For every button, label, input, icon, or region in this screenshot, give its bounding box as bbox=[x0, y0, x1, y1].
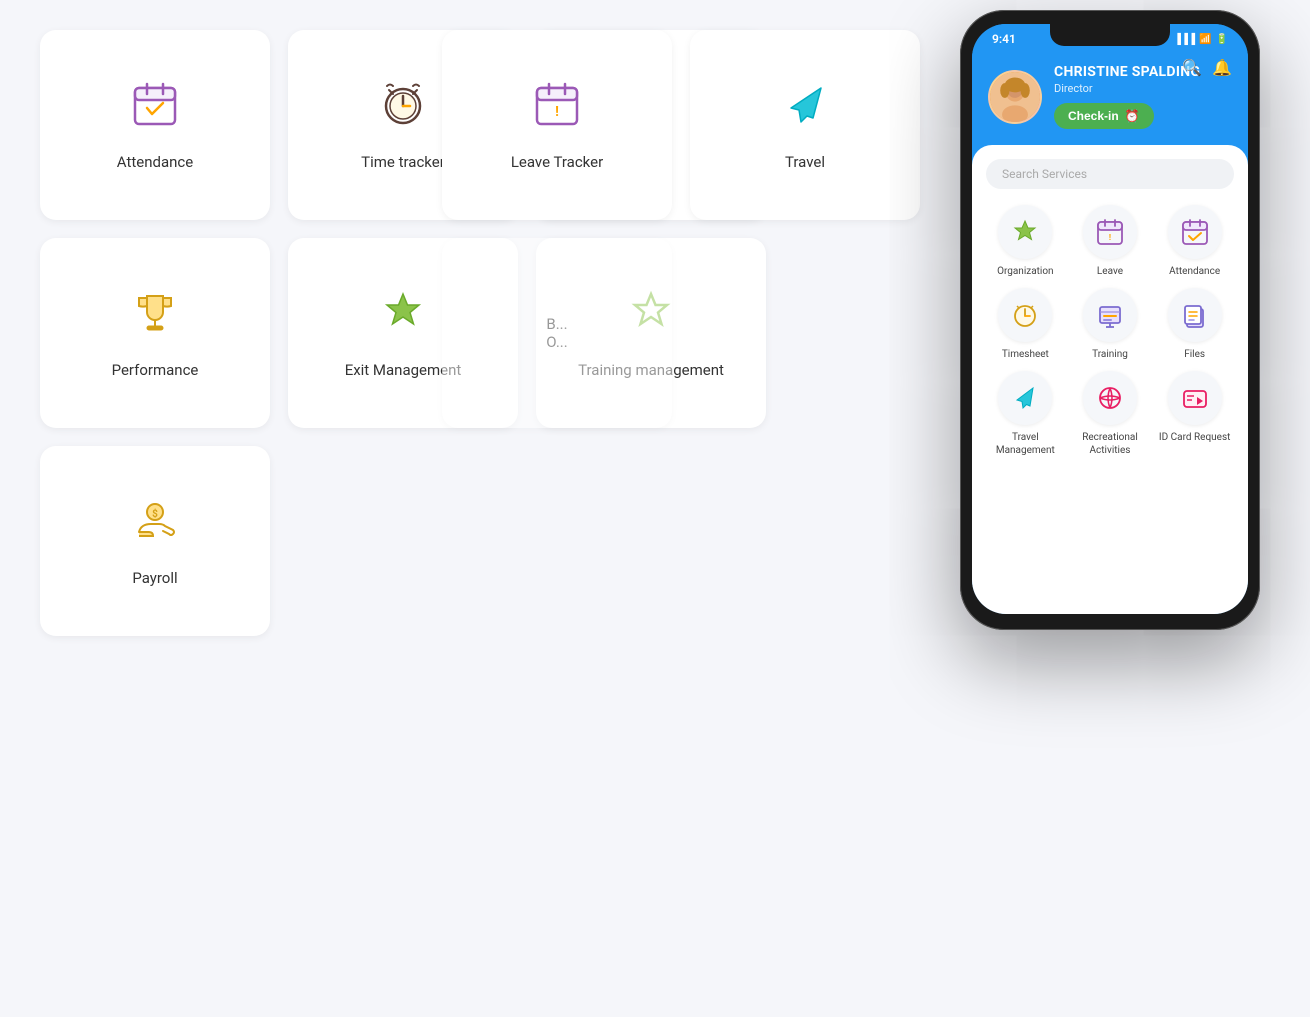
status-icons: ▐▐▐ 📶 🔋 bbox=[1174, 34, 1228, 45]
card-performance[interactable]: Performance bbox=[40, 238, 270, 428]
app-id-card-request[interactable]: ID Card Request bbox=[1155, 371, 1234, 457]
app-files[interactable]: Files bbox=[1155, 288, 1234, 361]
header-actions: 🔍 🔔 bbox=[1182, 58, 1232, 77]
search-icon[interactable]: 🔍 bbox=[1182, 58, 1202, 77]
organization-icon bbox=[998, 205, 1052, 259]
training-icon bbox=[1083, 288, 1137, 342]
svg-text:!: ! bbox=[1109, 233, 1111, 242]
card-payroll-label: Payroll bbox=[132, 569, 177, 587]
phone-screen: 9:41 ▐▐▐ 📶 🔋 bbox=[972, 24, 1248, 614]
travel-management-icon bbox=[998, 371, 1052, 425]
card-performance-label: Performance bbox=[112, 361, 199, 379]
svg-text:!: ! bbox=[555, 104, 559, 120]
calendar-check-icon bbox=[131, 80, 179, 135]
app-recreational-activities[interactable]: Recreational Activities bbox=[1071, 371, 1150, 457]
app-attendance[interactable]: Attendance bbox=[1155, 205, 1234, 278]
plane-icon bbox=[781, 80, 829, 135]
phone-notch bbox=[1050, 24, 1170, 46]
app-recreational-activities-label: Recreational Activities bbox=[1071, 431, 1150, 457]
card-payroll[interactable]: $ Payroll bbox=[40, 446, 270, 636]
phone-mockup: 9:41 ▐▐▐ 📶 🔋 bbox=[940, 10, 1280, 630]
app-travel-management-label: Travel Management bbox=[986, 431, 1065, 457]
clock-alarm-icon bbox=[379, 80, 427, 135]
app-timesheet-label: Timesheet bbox=[1002, 348, 1049, 361]
app-organization-label: Organization bbox=[997, 265, 1054, 278]
app-training[interactable]: Training bbox=[1071, 288, 1150, 361]
svg-text:$: $ bbox=[152, 507, 158, 520]
card-travel-label: Travel bbox=[785, 153, 825, 171]
card-time-tracker-label: Time tracker bbox=[361, 153, 445, 171]
app-travel-management[interactable]: Travel Management bbox=[986, 371, 1065, 457]
card-travel[interactable]: Travel bbox=[690, 30, 920, 220]
card-attendance[interactable]: Attendance bbox=[40, 30, 270, 220]
app-training-label: Training bbox=[1092, 348, 1128, 361]
id-card-request-icon bbox=[1168, 371, 1222, 425]
app-organization[interactable]: Organization bbox=[986, 205, 1065, 278]
trophy-icon bbox=[131, 288, 179, 343]
files-app-icon bbox=[1168, 288, 1222, 342]
phone-header: CHRISTINE SPALDING Director Check-in ⏰ 🔍… bbox=[972, 50, 1248, 145]
money-hand-icon: $ bbox=[131, 496, 179, 551]
attendance-icon bbox=[1168, 205, 1222, 259]
card-business-other[interactable]: B...O... bbox=[442, 238, 672, 428]
leave-icon: ! bbox=[1083, 205, 1137, 259]
status-time: 9:41 bbox=[992, 32, 1016, 46]
card-business-label: B...O... bbox=[546, 315, 567, 351]
app-id-card-request-label: ID Card Request bbox=[1159, 431, 1231, 444]
bell-icon[interactable]: 🔔 bbox=[1212, 58, 1232, 77]
calendar-alert-icon: ! bbox=[533, 80, 581, 135]
star-exit-icon bbox=[379, 288, 427, 343]
app-attendance-label: Attendance bbox=[1169, 265, 1220, 278]
app-leave[interactable]: ! Leave bbox=[1071, 205, 1150, 278]
search-bar[interactable]: Search Services bbox=[986, 159, 1234, 189]
app-leave-label: Leave bbox=[1097, 265, 1123, 278]
avatar bbox=[988, 70, 1042, 124]
user-role: Director bbox=[1054, 82, 1232, 95]
recreational-activities-icon bbox=[1083, 371, 1137, 425]
checkin-button[interactable]: Check-in ⏰ bbox=[1054, 103, 1154, 129]
card-attendance-label: Attendance bbox=[117, 153, 193, 171]
app-grid: Organization ! bbox=[986, 205, 1234, 457]
card-leave-tracker[interactable]: ! Leave Tracker bbox=[442, 30, 672, 220]
phone-body: Search Services Organization bbox=[972, 145, 1248, 614]
card-leave-tracker-label: Leave Tracker bbox=[511, 153, 603, 171]
app-files-label: Files bbox=[1184, 348, 1205, 361]
timesheet-icon bbox=[998, 288, 1052, 342]
app-timesheet[interactable]: Timesheet bbox=[986, 288, 1065, 361]
